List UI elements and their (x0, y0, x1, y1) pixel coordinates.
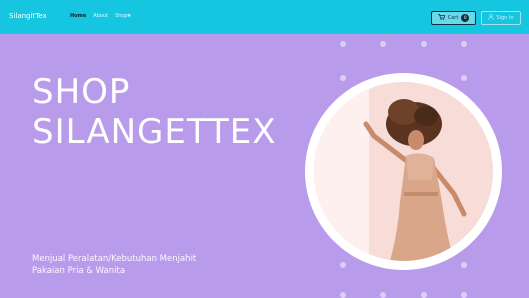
navbar: SilangitTex Home About Shop▼ Cart 0 Sign… (0, 0, 529, 34)
decor-dot (340, 41, 346, 47)
caret-down-icon: ▼ (127, 13, 131, 18)
decor-dot (421, 292, 427, 298)
nav-link-shop[interactable]: Shop▼ (115, 13, 131, 19)
nav-link-about[interactable]: About (93, 13, 108, 19)
hero-image (314, 82, 493, 261)
decor-dot (461, 262, 467, 268)
user-icon (488, 14, 495, 22)
cart-label: Cart (447, 15, 459, 21)
decor-dot (461, 292, 467, 298)
hero-title: SHOP SILANGETTEX (32, 72, 277, 152)
hero-subtitle: Menjual Peralatan/Kebutuhan Menjahit Paka… (32, 253, 252, 277)
sign-in-label: Sign In (496, 15, 514, 21)
nav-link-home[interactable]: Home (70, 13, 86, 19)
hero-subtitle-line-1: Menjual Peralatan/Kebutuhan Menjahit (32, 254, 197, 264)
decor-dot (340, 292, 346, 298)
decor-dot (380, 292, 386, 298)
decor-dot (461, 41, 467, 47)
hero-subtitle-line-2: Pakaian Pria & Wanita (32, 266, 126, 276)
decor-dot (421, 41, 427, 47)
cart-count-badge: 0 (461, 14, 470, 22)
decor-dot (380, 41, 386, 47)
hero-title-line-2: SILANGETTEX (32, 112, 277, 152)
decor-dot (340, 262, 346, 268)
page: SilangitTex Home About Shop▼ Cart 0 Sign… (0, 0, 529, 298)
dancing-woman-illustration (314, 82, 493, 261)
cart-button[interactable]: Cart 0 (431, 11, 476, 25)
nav-links: Home About Shop▼ (70, 13, 131, 19)
decor-dot (340, 75, 346, 81)
sign-in-button[interactable]: Sign In (481, 11, 521, 25)
hero-title-line-1: SHOP (32, 72, 131, 112)
decor-dot (461, 75, 467, 81)
cart-icon (437, 14, 446, 22)
brand-logo[interactable]: SilangitTex (9, 12, 47, 20)
nav-link-shop-label: Shop (115, 13, 128, 19)
